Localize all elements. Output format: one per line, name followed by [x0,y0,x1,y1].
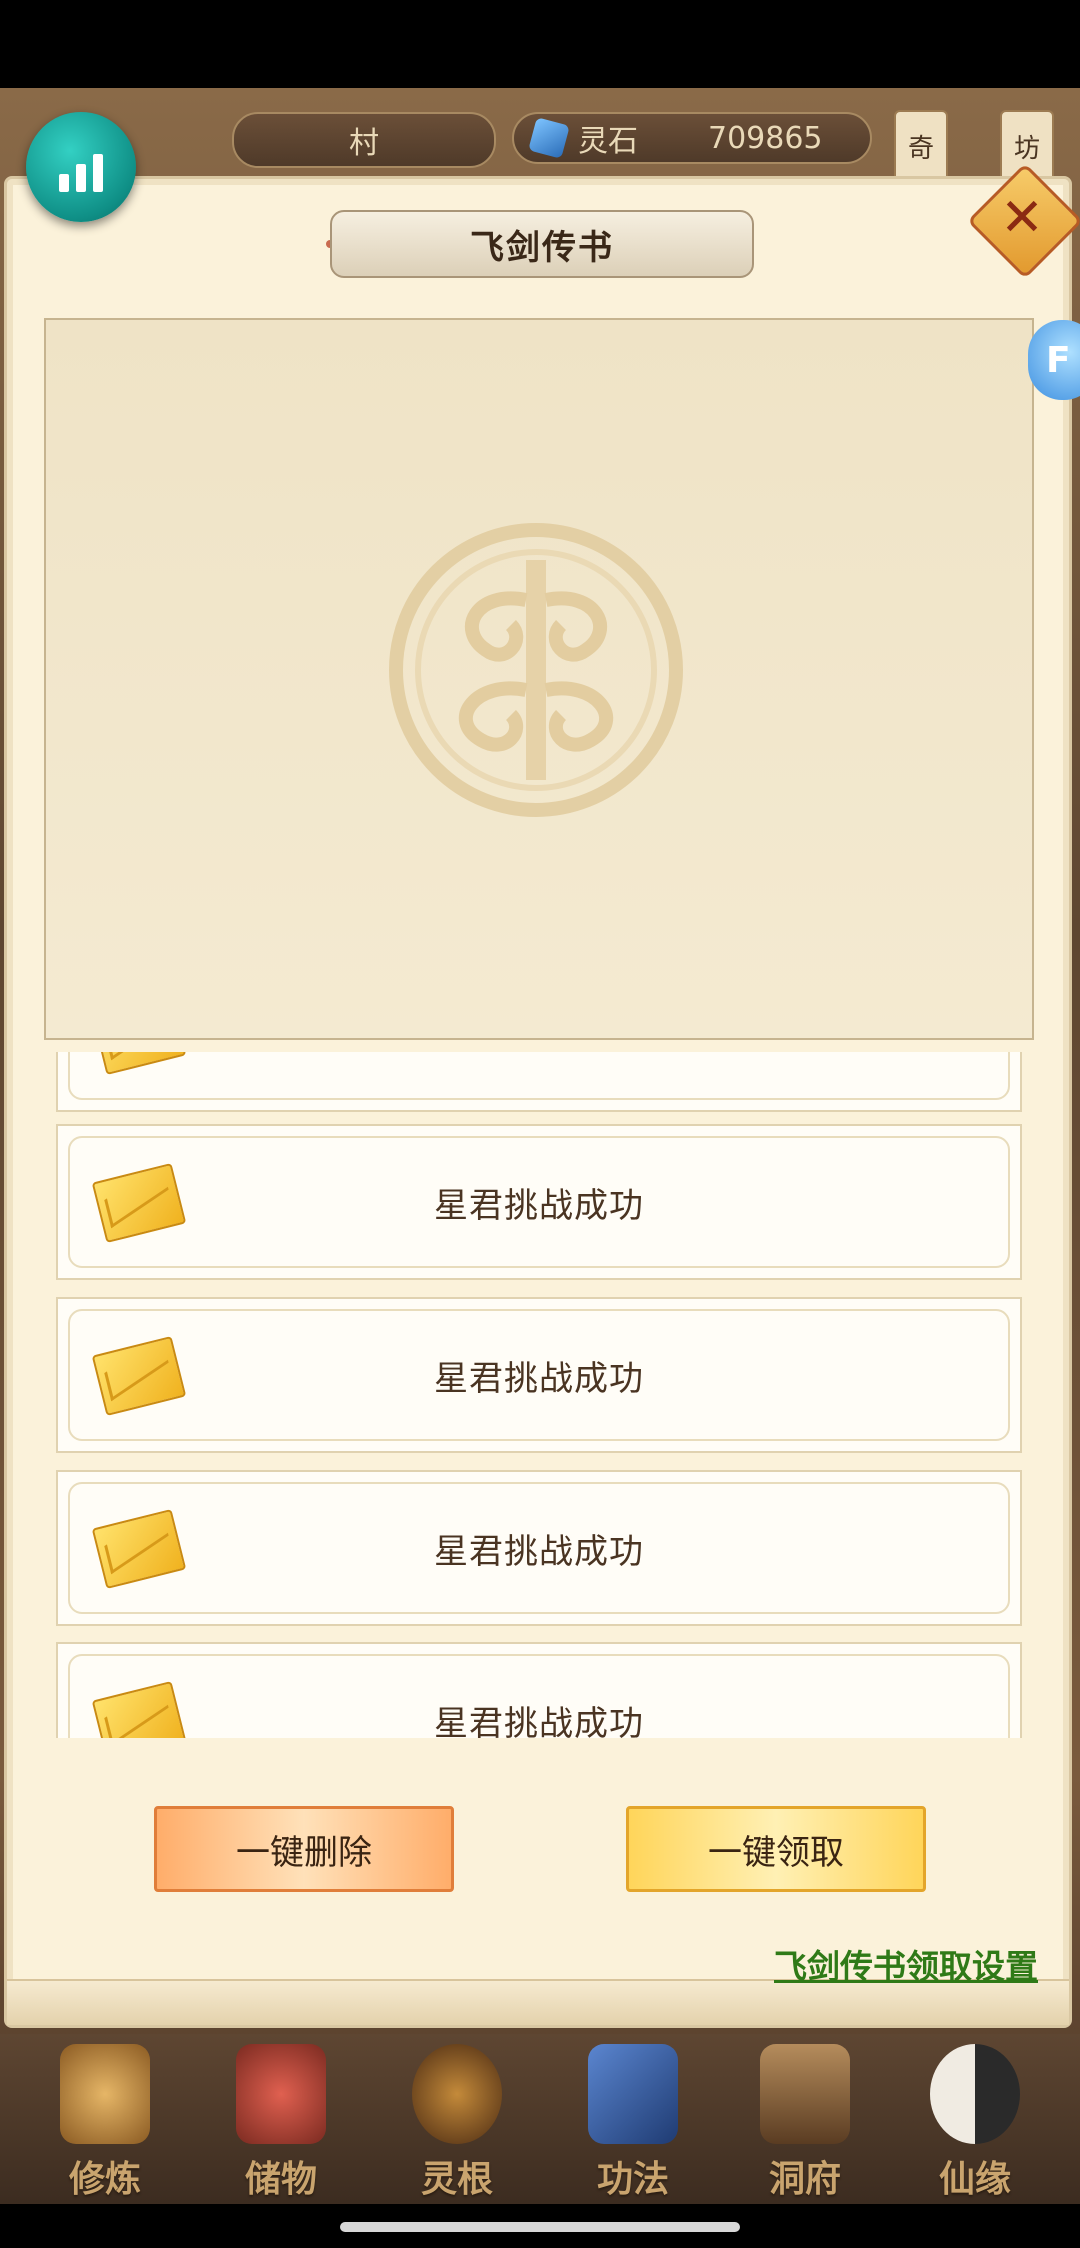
stats-button[interactable] [26,112,136,222]
claim-settings-link[interactable]: 飞剑传书领取设置 [774,1940,1038,1988]
mail-content-area [44,318,1034,1040]
spirit-stone-pill[interactable]: 灵石 709865 [512,112,872,164]
spirit-stone-value: 709865 [708,120,823,156]
nav-item-technique[interactable]: 功法 [548,2034,718,2204]
floating-mascot-button[interactable]: F [1028,320,1080,400]
nav-label: 洞府 [768,2159,841,2200]
nav-item-cultivate[interactable]: 修炼 [20,2034,190,2204]
nav-item-cave[interactable]: 洞府 [720,2034,890,2204]
stats-bar-icon [76,164,86,192]
mail-title: 星君挑战成功 [434,1704,644,1738]
home-indicator[interactable] [340,2222,740,2232]
nav-item-storage[interactable]: 储物 [196,2034,366,2204]
list-item[interactable]: 星君挑战成功 [56,1124,1022,1280]
cloud-seal-emblem-icon [389,523,683,817]
spirit-stone-icon [528,117,570,159]
delete-all-button[interactable]: 一键删除 [154,1806,454,1892]
stats-bar-icon [59,174,69,192]
mail-title: 星君挑战成功 [434,1359,644,1399]
mail-list: 星君挑战成功 星君挑战成功 星君挑战成功 星君挑战成功 [56,1052,1022,1738]
claim-all-button[interactable]: 一键领取 [626,1806,926,1892]
cultivate-icon [60,2044,150,2144]
technique-book-icon [588,2044,678,2144]
list-item[interactable]: 星君挑战成功 [56,1470,1022,1626]
envelope-icon [91,1052,187,1075]
stats-bar-icon [93,154,103,192]
nav-label: 灵根 [420,2159,493,2200]
side-tag-qi[interactable]: 奇 [894,110,948,182]
nav-item-spirit-root[interactable]: 灵根 [372,2034,542,2204]
nav-label: 仙缘 [938,2159,1011,2200]
nav-label: 功法 [596,2159,669,2200]
mail-title: 星君挑战成功 [434,1186,644,1226]
nav-label: 储物 [244,2159,317,2200]
nav-label: 修炼 [68,2159,141,2200]
list-item[interactable]: 星君挑战成功 [56,1297,1022,1453]
list-item[interactable] [56,1052,1022,1112]
panel-title: 飞剑传书 [330,210,754,278]
village-pill[interactable]: 村 [232,112,496,168]
close-icon[interactable]: ✕ [984,180,1060,256]
village-label: 村 [349,126,379,161]
cave-palace-icon [760,2044,850,2144]
mascot-label: F [1046,339,1071,381]
mail-title: 星君挑战成功 [434,1532,644,1572]
yin-yang-icon [930,2044,1020,2144]
nav-item-fate[interactable]: 仙缘 [890,2034,1060,2204]
list-item[interactable]: 星君挑战成功 [56,1642,1022,1738]
storage-bag-icon [236,2044,326,2144]
bottom-nav: 修炼 储物 灵根 功法 洞府 仙缘 [0,2034,1080,2204]
spirit-stone-label: 灵石 [578,124,638,159]
spirit-root-icon [412,2044,502,2144]
